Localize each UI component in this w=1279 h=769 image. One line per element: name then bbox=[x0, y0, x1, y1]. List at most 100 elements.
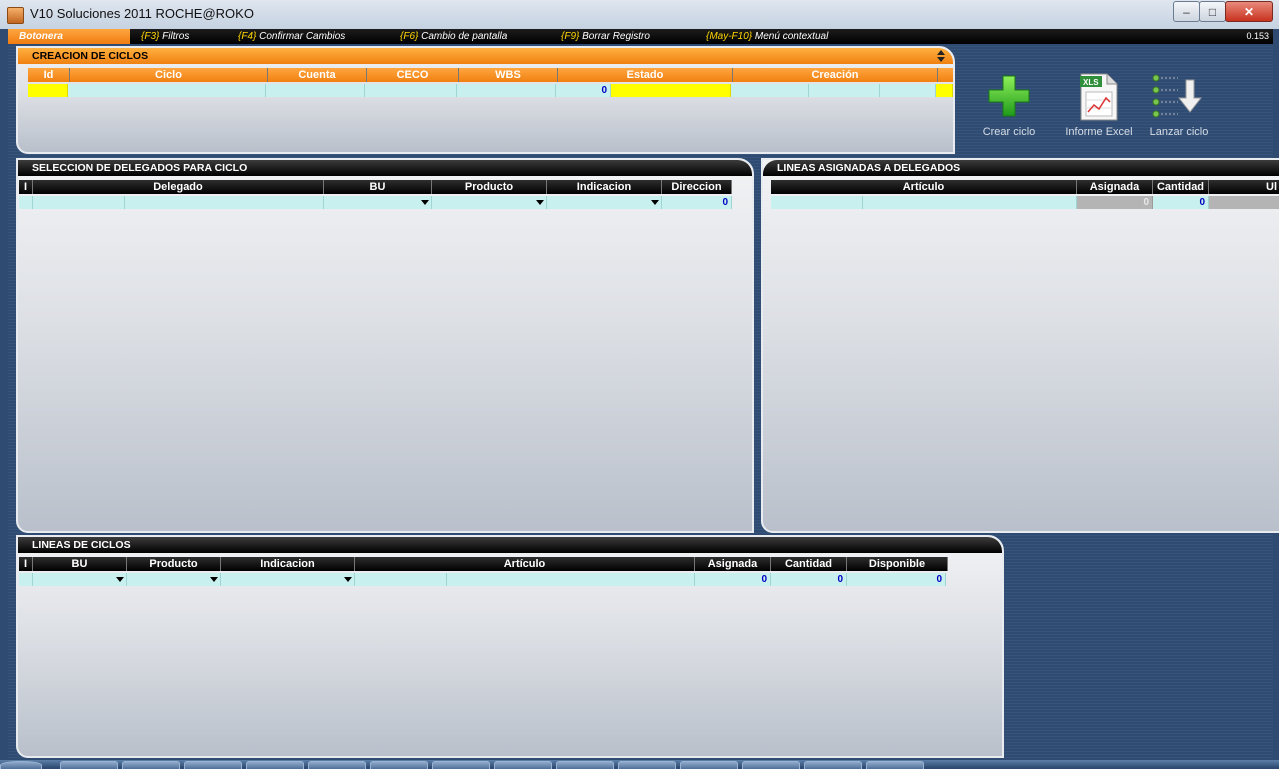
panel-title-text: CREACION DE CICLOS bbox=[32, 50, 149, 62]
crear-ciclo-button[interactable]: Crear ciclo bbox=[964, 70, 1054, 148]
excel-file-icon: XLS bbox=[1080, 73, 1118, 121]
col-ceco[interactable]: CECO bbox=[367, 68, 459, 82]
producto-select[interactable] bbox=[127, 573, 221, 586]
table-row: 0 0 bbox=[771, 196, 1279, 209]
table-header: I Delegado BU Producto Indicacion Direcc… bbox=[19, 180, 732, 194]
panel-creacion-ciclos: CREACION DE CICLOS Id Ciclo Cuenta CECO … bbox=[16, 46, 955, 154]
sort-arrows-icon[interactable] bbox=[937, 50, 945, 62]
col-articulo[interactable]: Artículo bbox=[355, 557, 695, 571]
col-ciclo[interactable]: Ciclo bbox=[70, 68, 268, 82]
producto-select[interactable] bbox=[432, 196, 547, 209]
fkey-cambio-pantalla[interactable]: {F6} Cambio de pantalla bbox=[400, 29, 507, 44]
app-icon[interactable] bbox=[7, 7, 24, 24]
workspace: CREACION DE CICLOS Id Ciclo Cuenta CECO … bbox=[8, 44, 1279, 760]
bu-select[interactable] bbox=[33, 573, 127, 586]
col-bu[interactable]: BU bbox=[324, 180, 432, 194]
fkey-menu-contextual[interactable]: {May-F10} Menú contextual bbox=[706, 29, 828, 44]
col-bu[interactable]: BU bbox=[33, 557, 127, 571]
cell-estado[interactable] bbox=[611, 84, 731, 97]
cell-creacion-3[interactable] bbox=[880, 84, 936, 97]
cell-i[interactable] bbox=[19, 573, 33, 586]
fkey-filtros[interactable]: {F3} Filtros bbox=[141, 29, 189, 44]
fkey-key: {F3} bbox=[141, 31, 160, 42]
function-key-bar: Botonera {F3} Filtros {F4} Confirmar Cam… bbox=[8, 29, 1273, 44]
fkey-confirmar[interactable]: {F4} Confirmar Cambios bbox=[238, 29, 345, 44]
cell-ciclo[interactable] bbox=[68, 84, 266, 97]
cell-creacion[interactable] bbox=[731, 84, 809, 97]
panel-title: SELECCION DE DELEGADOS PARA CICLO bbox=[18, 160, 752, 176]
indicacion-select[interactable] bbox=[547, 196, 662, 209]
fkey-label: Confirmar Cambios bbox=[256, 31, 346, 42]
col-cuenta[interactable]: Cuenta bbox=[268, 68, 367, 82]
cell-wbs[interactable] bbox=[457, 84, 556, 97]
chevron-down-icon[interactable] bbox=[344, 577, 352, 582]
col-creacion[interactable]: Creación bbox=[733, 68, 938, 82]
cell-asignada[interactable]: 0 bbox=[695, 573, 771, 586]
fkey-label: Borrar Registro bbox=[579, 31, 650, 42]
chevron-down-icon[interactable] bbox=[421, 200, 429, 205]
launch-list-icon bbox=[1152, 74, 1203, 118]
cell-id[interactable] bbox=[28, 84, 68, 97]
indicacion-select[interactable] bbox=[221, 573, 355, 586]
table-header: Artículo Asignada Cantidad Ul bbox=[771, 180, 1279, 194]
col-i[interactable]: I bbox=[19, 180, 33, 194]
maximize-button[interactable]: □ bbox=[1199, 1, 1226, 22]
col-producto[interactable]: Producto bbox=[127, 557, 221, 571]
col-delegado[interactable]: Delegado bbox=[33, 180, 324, 194]
chevron-down-icon[interactable] bbox=[536, 200, 544, 205]
panel-lineas-ciclos: LINEAS DE CICLOS I BU Producto Indicacio… bbox=[16, 535, 1004, 758]
window-title: V10 Soluciones 2011 ROCHE@ROKO bbox=[30, 6, 254, 21]
cell-articulo-code[interactable] bbox=[771, 196, 863, 209]
crear-ciclo-label: Crear ciclo bbox=[982, 126, 1036, 138]
table-header: I BU Producto Indicacion Artículo Asigna… bbox=[19, 557, 948, 571]
col-estado[interactable]: Estado bbox=[558, 68, 733, 82]
col-wbs[interactable]: WBS bbox=[459, 68, 558, 82]
lanzar-ciclo-button[interactable]: Lanzar ciclo bbox=[1134, 70, 1224, 148]
col-direccion[interactable]: Direccion bbox=[662, 180, 732, 194]
cell-cantidad[interactable]: 0 bbox=[771, 573, 847, 586]
panel-lineas-asignadas: LINEAS ASIGNADAS A DELEGADOS Artículo As… bbox=[761, 158, 1279, 533]
col-ultimo[interactable]: Ul bbox=[1209, 180, 1279, 194]
col-asignada[interactable]: Asignada bbox=[1077, 180, 1153, 194]
chevron-down-icon[interactable] bbox=[210, 577, 218, 582]
col-i[interactable]: I bbox=[19, 557, 33, 571]
cell-articulo-code[interactable] bbox=[355, 573, 447, 586]
cell-asignada[interactable]: 0 bbox=[1077, 196, 1153, 209]
botonera-tab[interactable]: Botonera bbox=[8, 29, 130, 44]
col-disponible[interactable]: Disponible bbox=[847, 557, 948, 571]
bu-select[interactable] bbox=[324, 196, 432, 209]
cell-flag[interactable] bbox=[936, 84, 953, 97]
col-asignada[interactable]: Asignada bbox=[695, 557, 771, 571]
close-button[interactable]: ✕ bbox=[1225, 1, 1273, 22]
cell-i[interactable] bbox=[19, 196, 33, 209]
fkey-borrar[interactable]: {F9} Borrar Registro bbox=[561, 29, 650, 44]
chevron-down-icon[interactable] bbox=[116, 577, 124, 582]
cell-creacion-2[interactable] bbox=[809, 84, 880, 97]
col-cantidad[interactable]: Cantidad bbox=[771, 557, 847, 571]
cell-cantidad[interactable]: 0 bbox=[1153, 196, 1209, 209]
table-row: 0 0 0 bbox=[19, 573, 948, 586]
informe-excel-button[interactable]: XLS Informe Excel bbox=[1054, 70, 1144, 148]
minimize-button[interactable]: – bbox=[1173, 1, 1200, 22]
col-indicacion[interactable]: Indicacion bbox=[547, 180, 662, 194]
fkey-label: Cambio de pantalla bbox=[418, 31, 508, 42]
chevron-down-icon[interactable] bbox=[651, 200, 659, 205]
cell-cuenta[interactable] bbox=[266, 84, 365, 97]
cell-articulo[interactable] bbox=[447, 573, 695, 586]
cell-ceco[interactable] bbox=[365, 84, 457, 97]
col-producto[interactable]: Producto bbox=[432, 180, 547, 194]
table-row: 0 bbox=[28, 84, 953, 97]
cell-direccion[interactable]: 0 bbox=[662, 196, 732, 209]
col-indicacion[interactable]: Indicacion bbox=[221, 557, 355, 571]
cell-delegado-code[interactable] bbox=[33, 196, 125, 209]
col-cantidad[interactable]: Cantidad bbox=[1153, 180, 1209, 194]
cell-delegado[interactable] bbox=[125, 196, 324, 209]
cell-ultimo[interactable] bbox=[1209, 196, 1279, 209]
panel-title: LINEAS ASIGNADAS A DELEGADOS bbox=[763, 160, 1279, 176]
cell-articulo[interactable] bbox=[863, 196, 1077, 209]
col-id[interactable]: Id bbox=[28, 68, 70, 82]
cell-numeric[interactable]: 0 bbox=[556, 84, 611, 97]
table-row: 0 bbox=[19, 196, 732, 209]
cell-disponible[interactable]: 0 bbox=[847, 573, 946, 586]
col-articulo[interactable]: Artículo bbox=[771, 180, 1077, 194]
